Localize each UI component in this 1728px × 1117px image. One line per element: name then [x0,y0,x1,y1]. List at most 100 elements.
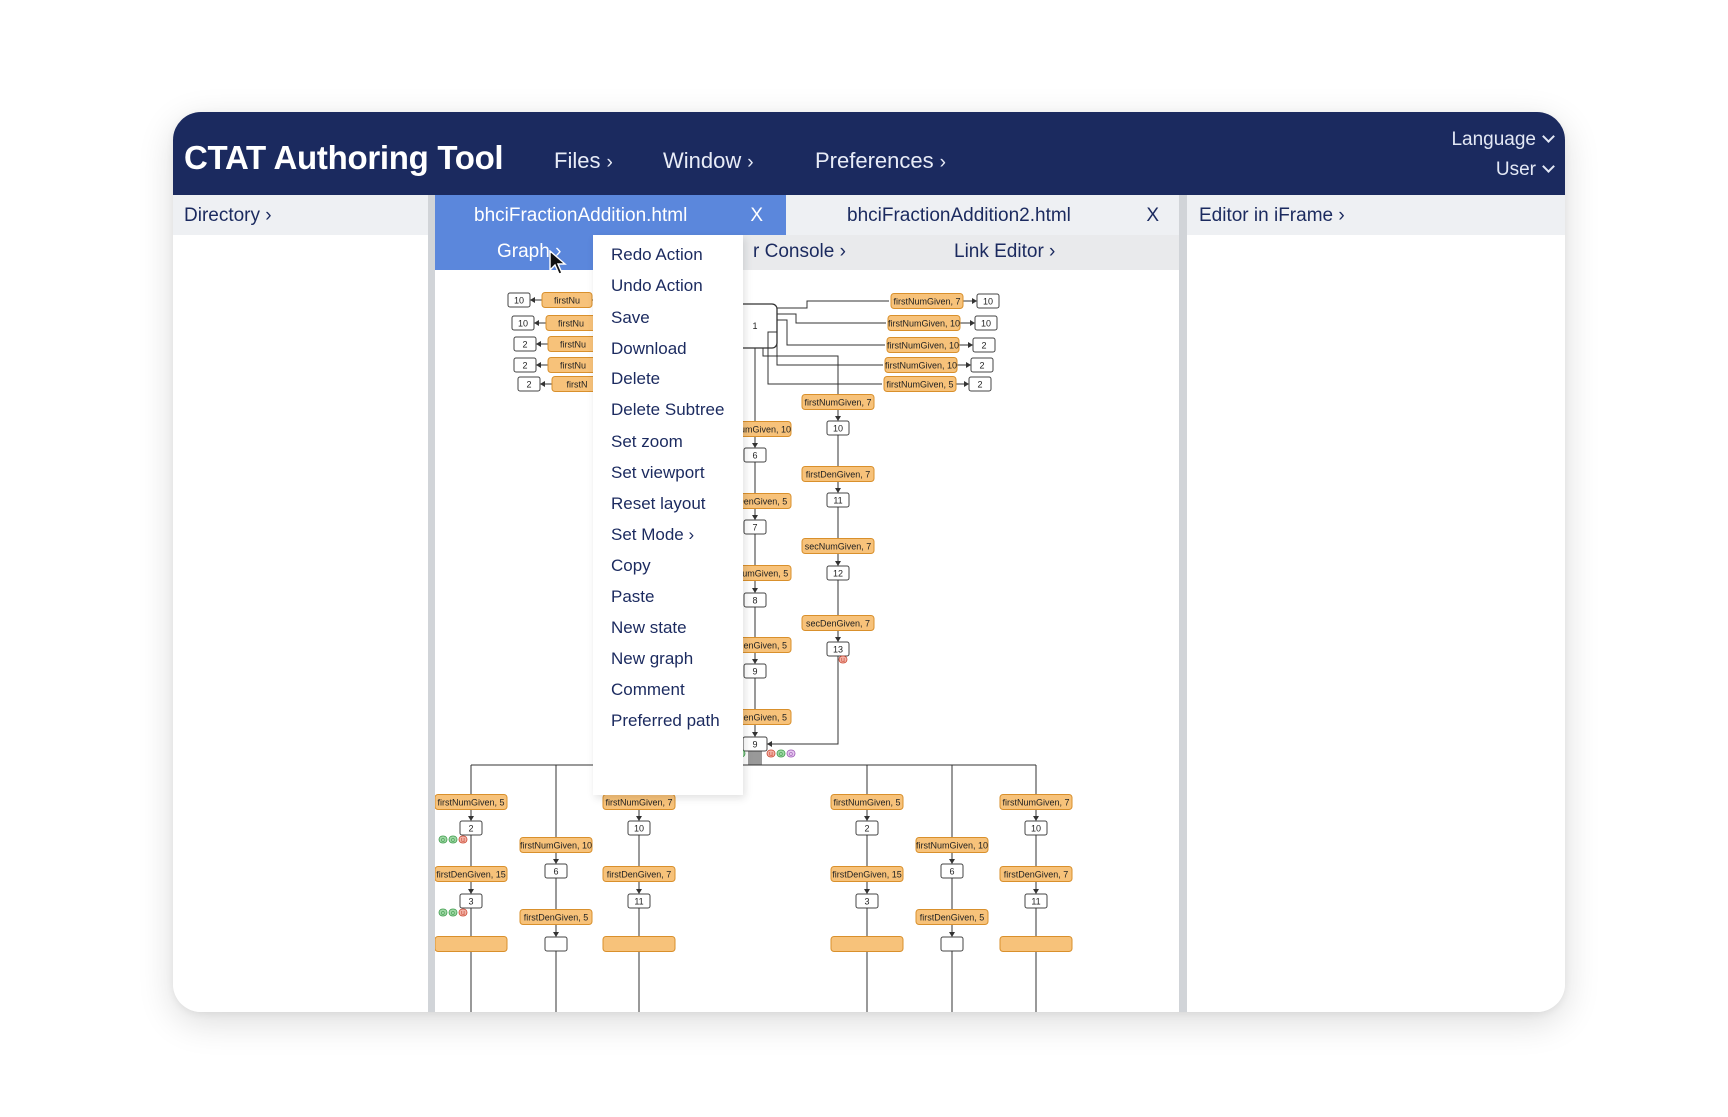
action-link[interactable]: firstDenGiven, 7 [602,866,676,882]
behavior-graph[interactable]: 110 firstNu10 firstNu2 firstNu2 firstNu2 firs… [435,270,1179,1012]
state-node[interactable]: 2 [972,337,996,353]
menu-item-new-state[interactable]: New state [611,618,687,638]
menu-item-undo-action[interactable]: Undo Action [611,276,703,296]
menu-item-new-graph[interactable]: New graph [611,649,693,669]
action-link[interactable] [830,936,904,952]
action-link[interactable]: firstNumGiven, 10 [884,357,958,373]
action-link[interactable]: firstDenGiven, 7 [999,866,1073,882]
action-link[interactable] [435,936,508,952]
state-node[interactable]: 8 [743,592,767,608]
status-mark-label: u [769,751,773,758]
files-menu[interactable]: Files › [554,148,613,174]
action-link[interactable]: firstDenGiven, 5 [915,909,989,925]
action-link[interactable]: firstDenGiven, 7 [801,466,875,482]
menu-item-set-viewport[interactable]: Set viewport [611,463,705,483]
state-node[interactable]: 2 [517,376,541,392]
close-tab-button[interactable]: X [1146,205,1159,227]
action-link[interactable]: firstNumGiven, 7 [801,394,875,410]
state-node[interactable] [940,936,964,952]
iframe-header[interactable]: Editor in iFrame › [1187,195,1565,235]
action-link[interactable]: secDenGiven, 7 [801,615,875,631]
action-link[interactable]: firstNumGiven, 10 [915,837,989,853]
state-node[interactable]: 12 [826,565,850,581]
state-node[interactable]: 2 [855,820,879,836]
action-link[interactable]: firstNumGiven, 7 [999,794,1073,810]
state-node[interactable]: 10 [976,293,1000,309]
status-mark-label: o [441,910,445,917]
close-tab-button[interactable]: X [750,205,763,227]
language-dropdown[interactable]: Language [1451,129,1555,151]
action-link[interactable]: firstNu [545,315,597,331]
file-tab[interactable]: bhciFractionAddition2.html X [786,195,1179,235]
menu-item-copy[interactable]: Copy [611,556,651,576]
state-node[interactable]: 6 [544,863,568,879]
action-link[interactable]: firstNumGiven, 5 [883,376,957,392]
state-node[interactable]: 10 [826,420,850,436]
state-node[interactable]: 11 [826,492,850,508]
state-node[interactable]: 3 [855,893,879,909]
menu-item-delete-subtree[interactable]: Delete Subtree [611,400,724,420]
action-link[interactable]: secNumGiven, 7 [801,538,875,554]
state-node[interactable]: 9 [742,736,768,752]
menu-item-save[interactable]: Save [611,308,650,328]
action-link[interactable]: firstNumGiven, 10 [887,315,961,331]
directory-header[interactable]: Directory › [173,195,428,235]
panel-splitter-right[interactable] [1179,195,1187,1012]
state-node[interactable]: 2 [513,336,537,352]
action-link[interactable]: firstNu [547,357,599,373]
tab-graph[interactable]: Graph › [435,235,597,270]
menu-item-preferred-path[interactable]: Preferred path [611,711,720,731]
action-link[interactable]: firstNu [547,336,599,352]
state-node[interactable]: 10 [1024,820,1048,836]
action-link[interactable]: firstNumGiven, 5 [435,794,508,810]
state-node[interactable]: 2 [459,820,483,836]
action-link-box [999,936,1073,952]
menu-item-paste[interactable]: Paste [611,587,654,607]
state-node[interactable]: 6 [743,447,767,463]
state-node[interactable]: 2 [970,357,994,373]
action-link[interactable]: firstDenGiven, 15 [435,866,508,882]
menu-item-comment[interactable]: Comment [611,680,685,700]
state-node[interactable]: 2 [968,376,992,392]
panel-splitter-left[interactable] [428,195,435,1012]
state-node[interactable]: 10 [627,820,651,836]
state-node[interactable]: 10 [511,315,535,331]
menu-item-set-zoom[interactable]: Set zoom [611,432,683,452]
action-link[interactable] [602,936,676,952]
tab-link-editor[interactable]: Link Editor › [954,241,1055,263]
state-node[interactable]: 6 [940,863,964,879]
state-node[interactable]: 9 [743,663,767,679]
state-node[interactable] [544,936,568,952]
action-link[interactable]: firstDenGiven, 15 [830,866,904,882]
action-link[interactable]: firstNu [541,292,593,308]
menu-item-set-mode[interactable]: Set Mode › [611,525,694,545]
window-menu[interactable]: Window › [663,148,754,174]
action-link[interactable]: firstDenGiven, 5 [519,909,593,925]
menu-item-delete[interactable]: Delete [611,369,660,389]
file-tab-active[interactable]: bhciFractionAddition.html X [435,195,786,235]
state-node[interactable]: 11 [627,893,651,909]
state-node[interactable]: 13 [826,641,850,657]
action-link[interactable]: firstNumGiven, 7 [890,293,964,309]
action-link[interactable]: firstNumGiven, 7 [602,794,676,810]
iframe-label: Editor in iFrame [1199,205,1334,226]
action-link[interactable]: firstNumGiven, 10 [519,837,593,853]
menu-item-reset-layout[interactable]: Reset layout [611,494,706,514]
state-node[interactable]: 10 [507,292,531,308]
arrow-icon [468,816,474,821]
menu-item-download[interactable]: Download [611,339,687,359]
action-link[interactable]: firstNumGiven, 5 [830,794,904,810]
menu-item-redo-action[interactable]: Redo Action [611,245,703,265]
state-node[interactable]: 2 [513,357,537,373]
user-dropdown[interactable]: User [1496,159,1555,181]
state-node[interactable]: 11 [1024,893,1048,909]
action-link[interactable] [999,936,1073,952]
state-node[interactable]: 10 [974,315,998,331]
chevron-right-icon: › [606,152,613,173]
action-link[interactable]: firstNumGiven, 10 [886,337,960,353]
preferences-menu[interactable]: Preferences › [815,148,946,174]
state-node[interactable]: 3 [459,893,483,909]
state-node[interactable]: 7 [743,519,767,535]
action-link-label: firstNumGiven, 7 [893,297,960,307]
tab-console[interactable]: r Console › [753,241,846,263]
